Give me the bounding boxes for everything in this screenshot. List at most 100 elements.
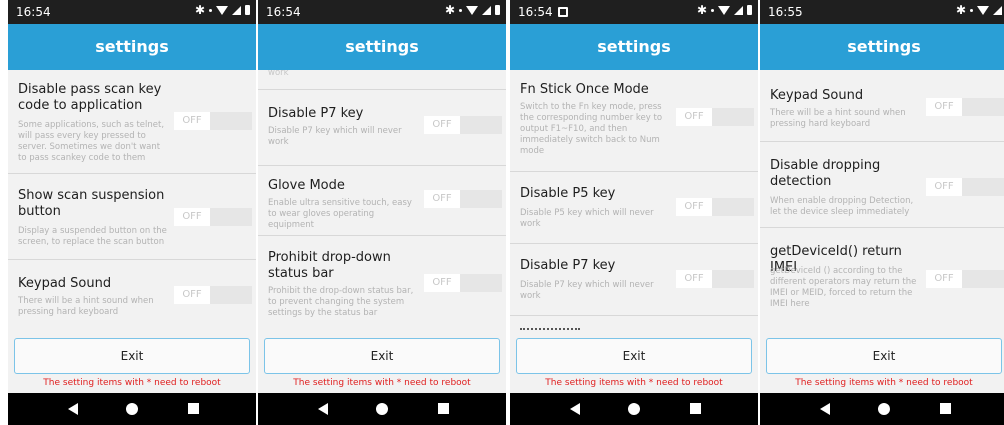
setting-row[interactable]: Disable dropping detection When enable d… [760,142,1004,228]
phone-screen-4: 16:55 ✱ settings Keypad Sound There will… [760,0,1004,425]
page-title: settings [510,24,758,70]
back-icon[interactable] [820,403,830,415]
setting-row[interactable]: Disable P5 key Disable P5 key which will… [510,172,758,244]
setting-toggle[interactable]: OFF [926,178,1004,196]
settings-list[interactable]: work Disable P7 key Disable P7 key which… [258,70,506,332]
setting-title: Disable P7 key [268,106,364,121]
setting-toggle[interactable]: OFF [676,270,754,288]
clock: 16:54 [266,5,301,19]
setting-title: Keypad Sound [18,276,112,291]
bluetooth-icon: ✱ [194,3,205,17]
home-icon[interactable] [628,403,640,415]
wifi-icon [466,5,478,15]
wifi-icon [216,5,228,15]
home-icon[interactable] [376,403,388,415]
setting-row[interactable]: Keypad Sound There will be a hint sound … [760,70,1004,142]
reboot-note: The setting items with * need to reboot [545,378,723,388]
footer: Exit The setting items with * need to re… [510,332,758,393]
settings-list[interactable]: Keypad Sound There will be a hint sound … [760,70,1004,332]
setting-row[interactable]: Show scan suspension button Display a su… [8,174,256,260]
image-notification-icon [558,7,568,17]
setting-toggle[interactable]: OFF [676,108,754,126]
toggle-knob: OFF [926,98,962,116]
signal-icon [482,5,491,15]
page-title: settings [258,24,506,70]
toggle-knob: OFF [424,190,460,208]
setting-toggle[interactable]: OFF [174,286,252,304]
exit-button[interactable]: Exit [14,338,250,374]
setting-description: Some applications, such as telnet, will … [18,120,165,163]
status-bar: 16:55 ✱ [760,0,1004,24]
home-icon[interactable] [126,403,138,415]
setting-row[interactable]: Disable P7 key Disable P7 key which will… [510,244,758,316]
setting-toggle[interactable]: OFF [424,274,502,292]
back-icon[interactable] [318,403,328,415]
setting-title: Disable P7 key [520,258,616,273]
reboot-note: The setting items with * need to reboot [43,378,221,388]
settings-list[interactable]: Disable pass scan key code to applicatio… [8,70,256,332]
setting-description: work [268,70,289,78]
page-title: settings [760,24,1004,70]
toggle-knob: OFF [676,198,712,216]
setting-row[interactable]: Glove Mode Enable ultra sensitive touch,… [258,166,506,236]
exit-button[interactable]: Exit [264,338,500,374]
nav-bar [510,393,758,425]
setting-title: Keypad Sound [770,88,864,103]
reboot-note: The setting items with * need to reboot [293,378,471,388]
setting-row[interactable]: Keypad Sound There will be a hint sound … [8,260,256,332]
settings-list[interactable]: Fn Stick Once Mode Switch to the Fn key … [510,70,758,332]
setting-title: Disable dropping detection [770,158,881,189]
recents-icon[interactable] [438,403,449,414]
status-bar: 16:54 ✱ [8,0,256,24]
setting-row[interactable]: getDeviceId() return IMEI getDeviceId ()… [760,228,1004,332]
setting-row[interactable]: Disable P7 key Disable P7 key which will… [258,90,506,166]
setting-toggle[interactable]: OFF [676,198,754,216]
setting-description: getDeviceId () according to the differen… [770,266,917,309]
setting-toggle[interactable]: OFF [424,116,502,134]
recents-icon[interactable] [690,403,701,414]
signal-icon [993,5,1002,15]
setting-row[interactable]: Fn Stick Once Mode Switch to the Fn key … [510,70,758,172]
nav-bar [258,393,506,425]
signal-icon [734,5,743,15]
footer: Exit The setting items with * need to re… [8,332,256,393]
setting-row-partial [510,316,758,332]
bluetooth-icon: ✱ [696,3,707,17]
phone-screen-3: 16:54 ✱ settings Fn Stick Once Mode Swit… [510,0,758,425]
battery-icon [495,5,500,15]
nav-bar [8,393,256,425]
setting-row-partial: work [258,70,506,90]
setting-description: There will be a hint sound when pressing… [770,108,906,129]
back-icon[interactable] [570,403,580,415]
setting-toggle[interactable]: OFF [926,98,1004,116]
setting-toggle[interactable]: OFF [174,208,252,226]
phone-screen-1: 16:54 ✱ settings Disable pass scan key c… [8,0,256,425]
home-icon[interactable] [878,403,890,415]
setting-row[interactable]: Disable pass scan key code to applicatio… [8,70,256,174]
bluetooth-icon: ✱ [955,3,966,17]
bluetooth-icon: ✱ [444,3,455,17]
toggle-knob: OFF [926,270,962,288]
recents-icon[interactable] [188,403,199,414]
setting-description: Enable ultra sensitive touch, easy to we… [268,198,412,230]
setting-description: Display a suspended button on the screen… [18,226,167,247]
page-title: settings [8,24,256,70]
footer: Exit The setting items with * need to re… [258,332,506,393]
setting-row[interactable]: Prohibit drop-down status bar Prohibit t… [258,236,506,332]
setting-toggle[interactable]: OFF [424,190,502,208]
footer: Exit The setting items with * need to re… [760,332,1004,393]
toggle-knob: OFF [174,112,210,130]
setting-title: Fn Stick Once Mode [520,82,649,97]
setting-toggle[interactable]: OFF [174,112,252,130]
setting-description: Disable P5 key which will never work [520,208,654,229]
setting-title: Show scan suspension button [18,188,165,219]
toggle-knob: OFF [926,178,962,196]
setting-toggle[interactable]: OFF [926,270,1004,288]
exit-button[interactable]: Exit [516,338,752,374]
exit-button[interactable]: Exit [766,338,1002,374]
toggle-knob: OFF [676,108,712,126]
data-dot-icon [970,8,973,12]
recents-icon[interactable] [940,403,951,414]
back-icon[interactable] [68,403,78,415]
setting-title: Disable P5 key [520,186,616,201]
